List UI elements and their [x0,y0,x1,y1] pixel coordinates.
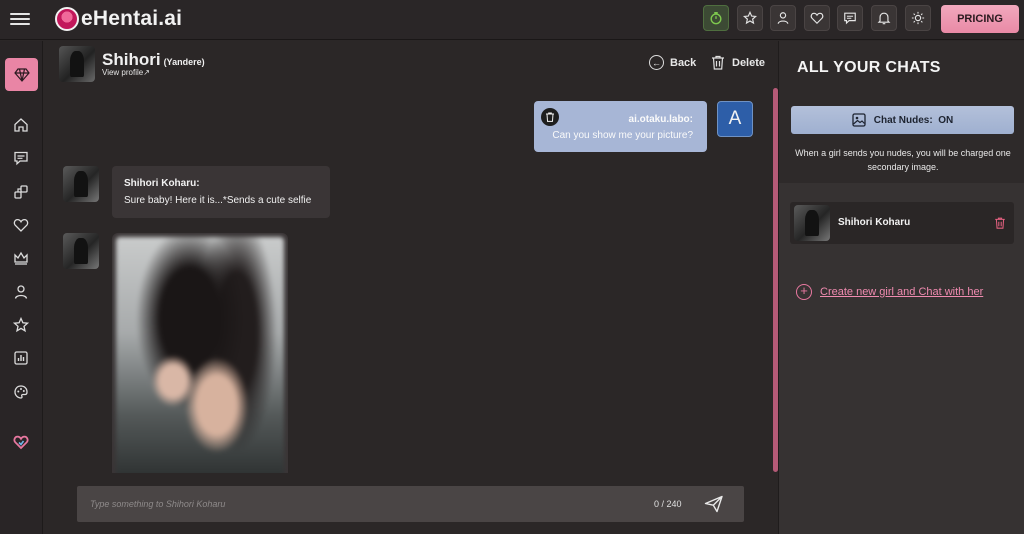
nudes-charge-note: When a girl sends you nudes, you will be… [795,148,1011,172]
back-button[interactable]: ← Back [649,55,696,70]
character-avatar[interactable] [59,46,95,82]
create-new-girl-link[interactable]: + Create new girl and Chat with her [796,284,983,300]
delete-label: Delete [732,56,766,69]
logo[interactable]: eHentai.ai [55,6,182,32]
bot-image-message[interactable] [112,233,288,473]
view-profile-label: View profile [102,68,144,77]
delete-chat-icon[interactable] [994,217,1006,229]
external-link-icon: ↗ [143,68,150,77]
bot-avatar [63,166,99,202]
chat-nudes-toggle[interactable]: Chat Nudes: ON [791,106,1014,134]
user-message-bubble: ai.otaku.labo: Can you show me your pict… [534,101,707,152]
character-counter: 0 / 240 [654,499,682,509]
panel-title: ALL YOUR CHATS [797,59,941,76]
message-list: ai.otaku.labo: Can you show me your pict… [43,88,778,473]
heart-icon[interactable] [803,5,830,31]
bot-avatar [63,233,99,269]
chat-icon[interactable] [11,148,31,168]
pricing-button[interactable]: PRICING [941,5,1019,33]
user-message-text: Can you show me your picture? [552,130,693,141]
bot-message-bubble: Shihori Koharu: Sure baby! Here it is...… [112,166,330,218]
create-link-label: Create new girl and Chat with her [820,286,984,298]
top-bar: eHentai.ai PRICING [0,0,1024,40]
chats-panel: ALL YOUR CHATS Chat Nudes: ON When a gir… [778,41,1024,534]
timer-icon[interactable] [703,5,729,31]
bot-message-author: Shihori Koharu: [124,178,200,189]
user-avatar: A [717,101,753,137]
user-icon[interactable] [770,5,797,31]
message-icon[interactable] [837,5,864,31]
blurred-selfie-image[interactable] [116,237,284,473]
trash-icon [712,55,724,70]
back-label: Back [670,56,697,69]
send-icon[interactable] [704,495,724,513]
message-input[interactable] [77,486,637,522]
user-message-author: ai.otaku.labo: [628,114,693,125]
favorites-heart-icon[interactable] [11,215,31,235]
chat-list-item[interactable]: Shihori Koharu [790,202,1014,244]
generate-icon[interactable] [11,182,31,202]
chat-list-avatar [794,205,830,241]
star-rail-icon[interactable] [11,315,31,335]
star-icon[interactable] [736,5,763,31]
back-arrow-icon: ← [649,55,664,70]
message-composer: 0 / 240 [77,486,744,522]
logo-icon [55,7,79,31]
chats-panel-header: ALL YOUR CHATS Chat Nudes: ON When a gir… [779,41,1024,183]
plus-circle-icon: + [796,284,812,300]
character-name: Shihori (Yandere) [102,50,205,70]
bot-message-text: Sure baby! Here it is...*Sends a cute se… [124,195,312,206]
chat-list-name: Shihori Koharu [838,217,911,228]
character-tag: (Yandere) [163,57,205,67]
palette-icon[interactable] [11,382,31,402]
brand-heart-icon[interactable] [11,432,31,452]
chat-nudes-label: Chat Nudes: ON [873,114,954,126]
bell-icon[interactable] [870,5,897,31]
chat-header: Shihori (Yandere) View profile↗ ← Back De… [43,41,778,87]
character-name-text: Shihori [102,50,161,69]
image-icon [852,113,866,127]
home-icon[interactable] [11,115,31,135]
diamond-icon[interactable] [5,58,38,91]
profile-icon[interactable] [11,282,31,302]
delete-message-icon[interactable] [541,108,559,126]
top-icon-bar [703,5,938,31]
sidebar-rail [0,41,43,534]
crown-icon[interactable] [11,248,31,268]
logo-text: eHentai.ai [81,7,183,30]
stats-icon[interactable] [11,348,31,368]
sun-icon[interactable] [904,5,931,31]
view-profile-link[interactable]: View profile↗ [102,68,150,77]
hamburger-menu-icon[interactable] [10,10,30,28]
delete-button[interactable]: Delete [711,55,765,70]
